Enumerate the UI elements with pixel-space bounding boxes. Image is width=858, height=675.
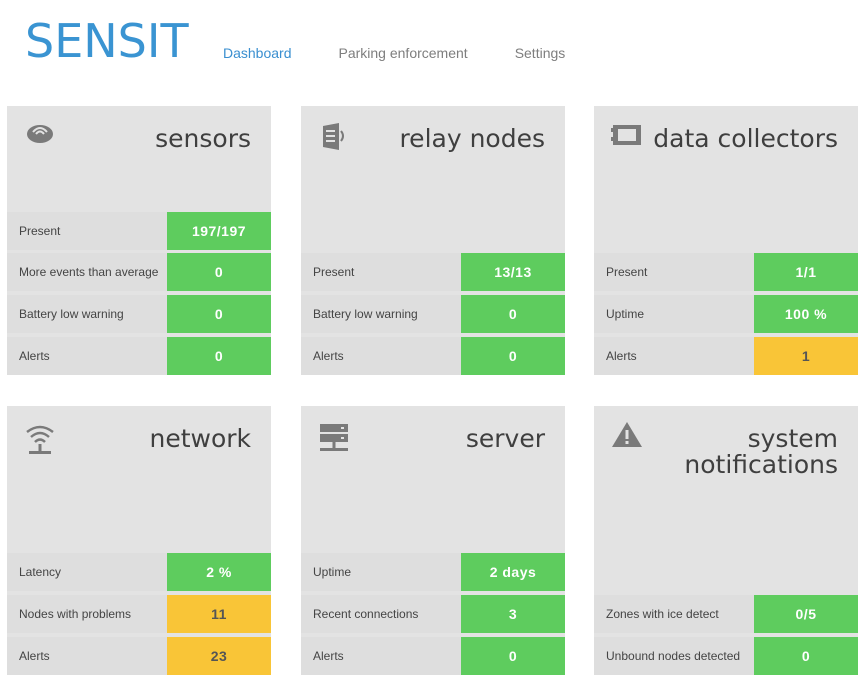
stat-value-warning: 1: [754, 337, 858, 375]
stat-row[interactable]: Alerts 1: [594, 337, 858, 375]
stat-label: Present: [7, 212, 167, 250]
system-notifications-card[interactable]: system notifications Zones with ice dete…: [594, 406, 858, 675]
stat-row[interactable]: Alerts 0: [7, 337, 271, 375]
app-logo[interactable]: SENSIT: [25, 14, 189, 68]
stat-row[interactable]: Zones with ice detect 0/5: [594, 595, 858, 633]
stat-label: Alerts: [301, 337, 461, 375]
stat-label: Alerts: [7, 637, 167, 675]
card-title: network: [149, 424, 251, 453]
stat-value: 100 %: [754, 295, 858, 333]
stat-row[interactable]: Present 1/1: [594, 253, 858, 291]
stat-label: Present: [594, 253, 754, 291]
stat-value-warning: 11: [167, 595, 271, 633]
stat-value: 0: [461, 295, 565, 333]
relay-node-icon: [317, 120, 351, 154]
data-collectors-card[interactable]: data collectors Present 1/1 Uptime 100 %…: [594, 106, 858, 375]
relay-nodes-card[interactable]: relay nodes Present 13/13 Battery low wa…: [301, 106, 565, 375]
card-title: relay nodes: [399, 124, 545, 153]
card-title-line: notifications: [684, 450, 838, 479]
stat-value: 0: [167, 253, 271, 291]
stat-row[interactable]: Uptime 2 days: [301, 553, 565, 591]
stat-value-warning: 23: [167, 637, 271, 675]
stat-row[interactable]: Alerts 0: [301, 337, 565, 375]
stat-label: Recent connections: [301, 595, 461, 633]
stat-row[interactable]: Present 13/13: [301, 253, 565, 291]
stat-value: 0: [167, 295, 271, 333]
card-title: sensors: [155, 124, 251, 153]
stat-value: 0: [754, 637, 858, 675]
stat-row[interactable]: Alerts 0: [301, 637, 565, 675]
nav-parking-enforcement[interactable]: Parking enforcement: [339, 44, 468, 62]
nav-dashboard[interactable]: Dashboard: [223, 44, 292, 62]
card-title: system notifications: [684, 426, 838, 478]
stat-label: More events than average: [7, 253, 167, 291]
stat-label: Present: [301, 253, 461, 291]
card-title: server: [465, 424, 545, 453]
stat-label: Latency: [7, 553, 167, 591]
stat-row[interactable]: More events than average 0: [7, 253, 271, 291]
stat-value: 2 days: [461, 553, 565, 591]
stat-value: 13/13: [461, 253, 565, 291]
stat-label: Battery low warning: [301, 295, 461, 333]
stat-label: Uptime: [594, 295, 754, 333]
wifi-icon: [23, 420, 57, 454]
stat-row[interactable]: Uptime 100 %: [594, 295, 858, 333]
main-nav: Dashboard Parking enforcement Settings: [223, 44, 565, 62]
nav-settings[interactable]: Settings: [515, 44, 566, 62]
stat-label: Nodes with problems: [7, 595, 167, 633]
card-title: data collectors: [653, 124, 838, 153]
stat-row[interactable]: Present 197/197: [7, 212, 271, 250]
data-collector-icon: [610, 120, 644, 154]
stat-label: Unbound nodes detected: [594, 637, 754, 675]
stat-label: Alerts: [7, 337, 167, 375]
stat-value: 0: [461, 637, 565, 675]
stat-row[interactable]: Nodes with problems 11: [7, 595, 271, 633]
stat-value: 2 %: [167, 553, 271, 591]
stat-row[interactable]: Recent connections 3: [301, 595, 565, 633]
network-card[interactable]: network Latency 2 % Nodes with problems …: [7, 406, 271, 675]
stat-value: 0: [167, 337, 271, 375]
stat-label: Alerts: [594, 337, 754, 375]
sensor-icon: [23, 120, 57, 154]
stat-label: Zones with ice detect: [594, 595, 754, 633]
warning-icon: [610, 420, 644, 454]
stat-row[interactable]: Battery low warning 0: [7, 295, 271, 333]
stat-value: 0/5: [754, 595, 858, 633]
stat-label: Uptime: [301, 553, 461, 591]
stat-row[interactable]: Unbound nodes detected 0: [594, 637, 858, 675]
server-card[interactable]: server Uptime 2 days Recent connections …: [301, 406, 565, 675]
stat-label: Alerts: [301, 637, 461, 675]
stat-value: 0: [461, 337, 565, 375]
stat-value: 1/1: [754, 253, 858, 291]
server-icon: [317, 420, 351, 454]
stat-label: Battery low warning: [7, 295, 167, 333]
stat-row[interactable]: Alerts 23: [7, 637, 271, 675]
stat-value: 3: [461, 595, 565, 633]
card-title-line: system: [747, 424, 838, 453]
stat-value: 197/197: [167, 212, 271, 250]
sensors-card[interactable]: sensors Present 197/197 More events than…: [7, 106, 271, 375]
stat-row[interactable]: Battery low warning 0: [301, 295, 565, 333]
stat-row[interactable]: Latency 2 %: [7, 553, 271, 591]
